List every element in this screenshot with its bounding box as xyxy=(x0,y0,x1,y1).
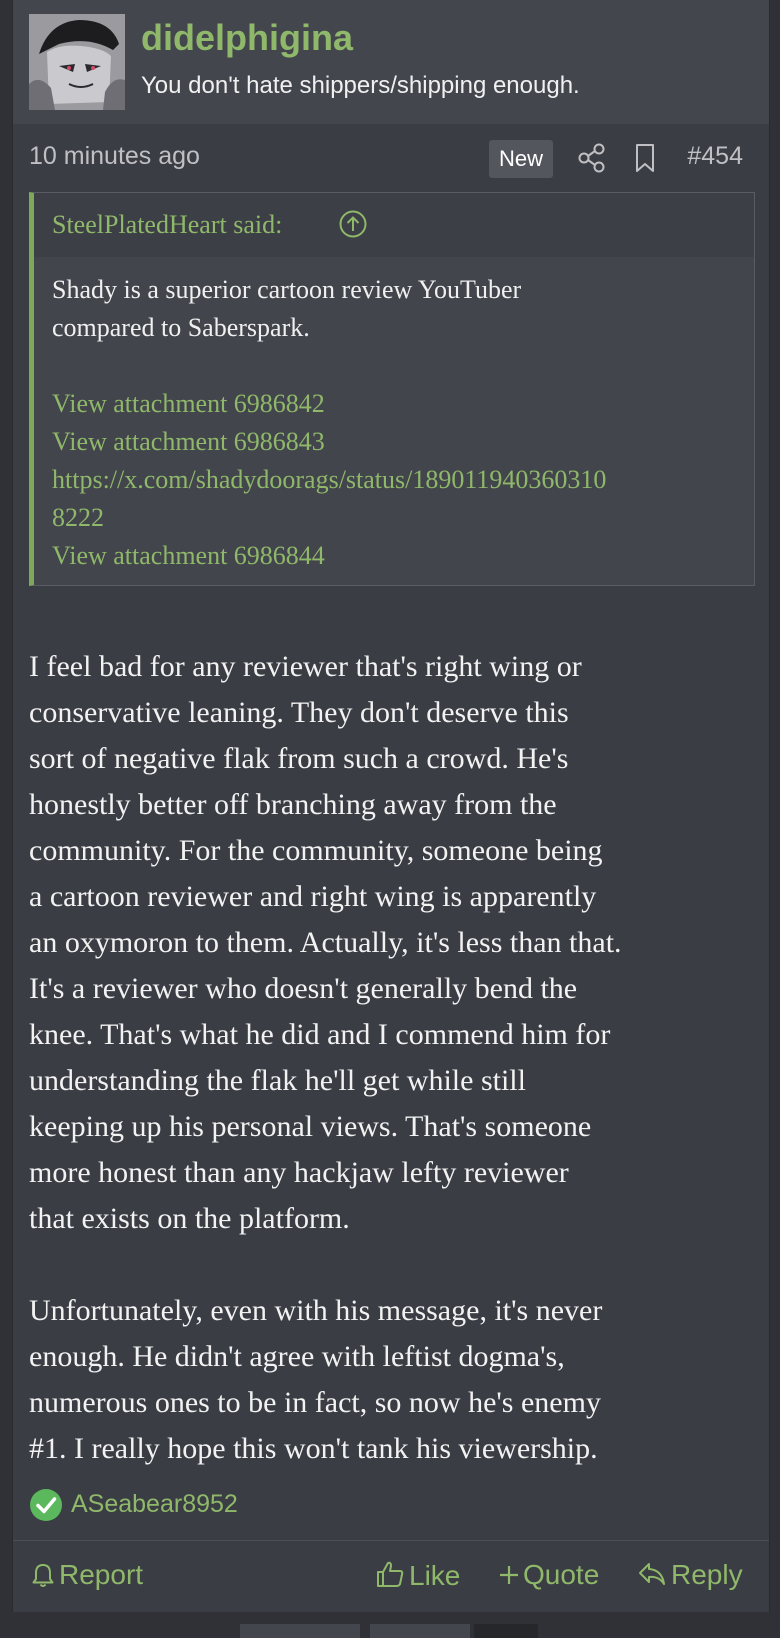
message-line: keeping up his personal views. That's so… xyxy=(29,1110,592,1143)
quote-author[interactable]: SteelPlatedHeart said: xyxy=(52,210,282,240)
pagination-button[interactable] xyxy=(370,1624,470,1638)
attachment-link[interactable]: View attachment 6986842 xyxy=(52,385,742,423)
message-line: that exists on the platform. xyxy=(29,1202,350,1235)
quote-text-line: Shady is a superior cartoon review YouTu… xyxy=(52,275,522,304)
quote-label: Quote xyxy=(523,1559,600,1590)
reply-button[interactable]: Reply xyxy=(637,1559,743,1595)
bookmark-icon[interactable] xyxy=(633,142,657,174)
reaction-user-link[interactable]: ASeabear8952 xyxy=(71,1490,238,1519)
quote-text-line: compared to Saberspark. xyxy=(52,313,310,342)
reply-arrow-icon xyxy=(639,1563,665,1585)
report-label: Report xyxy=(59,1559,144,1590)
post-meta: 10 minutes ago New #454 xyxy=(13,130,769,190)
arrow-up-circle-icon[interactable] xyxy=(338,209,368,239)
message-line: honestly better off branching away from … xyxy=(29,788,557,821)
post-timestamp[interactable]: 10 minutes ago xyxy=(29,142,200,171)
message-line: #1. I really hope this won't tank his vi… xyxy=(29,1432,598,1465)
like-label: Like xyxy=(409,1560,461,1591)
url-link-continued[interactable]: 8222 xyxy=(52,499,742,537)
post-number[interactable]: #454 xyxy=(687,142,743,171)
avatar-image xyxy=(29,14,125,110)
thumbs-up-icon xyxy=(377,1561,404,1587)
bell-icon xyxy=(32,1564,54,1587)
quote-button[interactable]: Quote xyxy=(499,1559,599,1595)
username[interactable]: didelphigina xyxy=(141,14,353,62)
post-actions: Report Like Quote Reply xyxy=(13,1540,769,1613)
message-line: a cartoon reviewer and right wing is app… xyxy=(29,880,597,913)
user-title: You don't hate shippers/shipping enough. xyxy=(141,72,580,99)
pagination-button[interactable] xyxy=(240,1624,360,1638)
quote-body: Shady is a superior cartoon review YouTu… xyxy=(52,271,742,575)
message-line: numerous ones to be in fact, so now he's… xyxy=(29,1386,601,1419)
message-line: It's a reviewer who doesn't generally be… xyxy=(29,972,578,1005)
reply-label: Reply xyxy=(671,1559,743,1590)
user-header: didelphigina You don't hate shippers/shi… xyxy=(13,0,769,124)
message-line: I feel bad for any reviewer that's right… xyxy=(29,650,582,683)
message-line: understanding the flak he'll get while s… xyxy=(29,1064,526,1097)
message-line: more honest than any hackjaw lefty revie… xyxy=(29,1156,569,1189)
message-line: knee. That's what he did and I commend h… xyxy=(29,1018,611,1051)
message-line: enough. He didn't agree with leftist dog… xyxy=(29,1340,565,1373)
new-badge: New xyxy=(489,140,553,178)
message-line: conservative leaning. They don't deserve… xyxy=(29,696,569,729)
post-container: didelphigina You don't hate shippers/shi… xyxy=(12,0,770,1612)
pagination-button[interactable] xyxy=(474,1624,538,1638)
checkmark-reaction-icon xyxy=(29,1488,63,1522)
like-button[interactable]: Like xyxy=(375,1559,460,1595)
message-body: I feel bad for any reviewer that's right… xyxy=(29,644,759,1472)
quote-block: SteelPlatedHeart said: Shady is a superi… xyxy=(29,192,755,586)
attachment-link[interactable]: View attachment 6986844 xyxy=(52,537,742,575)
message-line: sort of negative flak from such a crowd.… xyxy=(29,742,569,775)
plus-icon xyxy=(500,1566,518,1584)
message-line: community. For the community, someone be… xyxy=(29,834,603,867)
message-line: Unfortunately, even with his message, it… xyxy=(29,1294,603,1327)
attachment-link[interactable]: View attachment 6986843 xyxy=(52,423,742,461)
share-icon[interactable] xyxy=(577,142,607,174)
message-line: an oxymoron to them. Actually, it's less… xyxy=(29,926,622,959)
report-button[interactable]: Report xyxy=(31,1559,143,1595)
url-link[interactable]: https://x.com/shadydoorags/status/189011… xyxy=(52,461,742,499)
avatar[interactable] xyxy=(29,14,125,110)
quote-header: SteelPlatedHeart said: xyxy=(34,193,754,257)
